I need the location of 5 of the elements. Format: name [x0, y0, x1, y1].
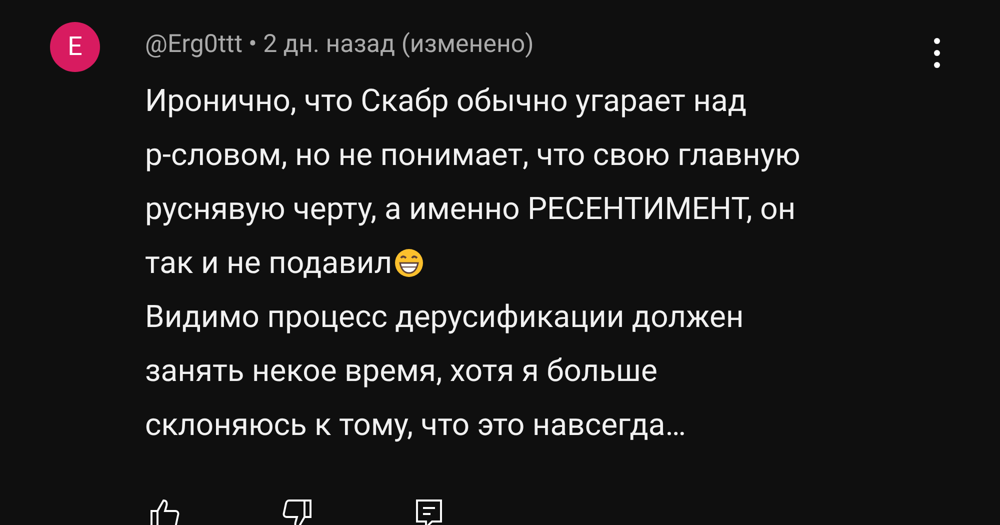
comment-text: Иронично, что Скабр обычно угарает над р-словом, но не понимает, что свою главную руснявую черту, а именно РЕСЕНТИМЕНТ, он так и не подавил Видимо процесс дерусификации должен занять некое время, хотя я больше склоняюсь к тому, что это навсегда… — [145, 81, 802, 445]
grinning-face-icon — [394, 248, 424, 278]
comment-meta: • 2 дн. назад (изменено) — [248, 29, 534, 61]
user-avatar[interactable]: E — [50, 22, 100, 72]
author-name[interactable]: @Erg0ttt — [145, 28, 243, 62]
